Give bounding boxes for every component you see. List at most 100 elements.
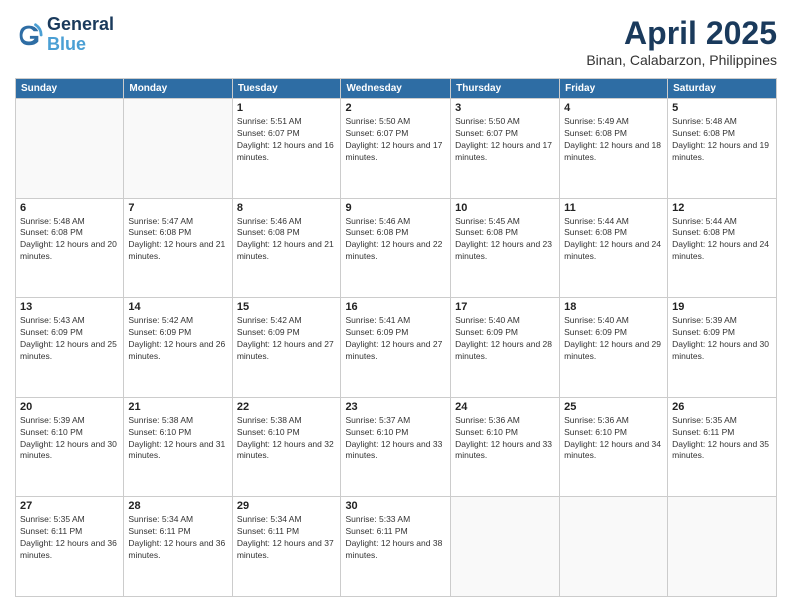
day-info: Sunrise: 5:36 AM Sunset: 6:10 PM Dayligh… [564,415,663,463]
day-info: Sunrise: 5:51 AM Sunset: 6:07 PM Dayligh… [237,116,337,164]
col-thursday: Thursday [451,79,560,99]
table-row: 14 Sunrise: 5:42 AM Sunset: 6:09 PM Dayli… [124,298,232,398]
table-row: 21 Sunrise: 5:38 AM Sunset: 6:10 PM Dayli… [124,397,232,497]
day-info: Sunrise: 5:38 AM Sunset: 6:10 PM Dayligh… [128,415,227,463]
day-number: 30 [345,500,446,512]
day-number: 21 [128,401,227,413]
day-info: Sunrise: 5:40 AM Sunset: 6:09 PM Dayligh… [455,315,555,363]
day-info: Sunrise: 5:40 AM Sunset: 6:09 PM Dayligh… [564,315,663,363]
day-number: 20 [20,401,119,413]
calendar-week-row: 13 Sunrise: 5:43 AM Sunset: 6:09 PM Dayli… [16,298,777,398]
table-row: 20 Sunrise: 5:39 AM Sunset: 6:10 PM Dayli… [16,397,124,497]
col-saturday: Saturday [668,79,777,99]
day-info: Sunrise: 5:46 AM Sunset: 6:08 PM Dayligh… [237,216,337,264]
day-number: 9 [345,202,446,214]
logo-text: General Blue [47,15,114,55]
col-tuesday: Tuesday [232,79,341,99]
table-row [124,99,232,199]
day-info: Sunrise: 5:37 AM Sunset: 6:10 PM Dayligh… [345,415,446,463]
day-info: Sunrise: 5:42 AM Sunset: 6:09 PM Dayligh… [237,315,337,363]
day-number: 11 [564,202,663,214]
day-info: Sunrise: 5:34 AM Sunset: 6:11 PM Dayligh… [237,514,337,562]
day-info: Sunrise: 5:34 AM Sunset: 6:11 PM Dayligh… [128,514,227,562]
day-info: Sunrise: 5:36 AM Sunset: 6:10 PM Dayligh… [455,415,555,463]
day-info: Sunrise: 5:39 AM Sunset: 6:10 PM Dayligh… [20,415,119,463]
logo-icon [15,21,43,49]
calendar-week-row: 6 Sunrise: 5:48 AM Sunset: 6:08 PM Daylig… [16,198,777,298]
table-row: 7 Sunrise: 5:47 AM Sunset: 6:08 PM Daylig… [124,198,232,298]
day-number: 1 [237,102,337,114]
table-row: 18 Sunrise: 5:40 AM Sunset: 6:09 PM Dayli… [560,298,668,398]
table-row: 11Sunrise: 5:44 AM Sunset: 6:08 PM Dayli… [560,198,668,298]
day-number: 29 [237,500,337,512]
day-number: 14 [128,301,227,313]
table-row: 29 Sunrise: 5:34 AM Sunset: 6:11 PM Dayli… [232,497,341,597]
day-number: 10 [455,202,555,214]
table-row: 30 Sunrise: 5:33 AM Sunset: 6:11 PM Dayli… [341,497,451,597]
day-number: 4 [564,102,663,114]
day-number: 23 [345,401,446,413]
day-info: Sunrise: 5:38 AM Sunset: 6:10 PM Dayligh… [237,415,337,463]
location-title: Binan, Calabarzon, Philippines [586,52,777,68]
day-info: Sunrise: 5:35 AM Sunset: 6:11 PM Dayligh… [20,514,119,562]
day-info: Sunrise: 5:43 AM Sunset: 6:09 PM Dayligh… [20,315,119,363]
calendar: Sunday Monday Tuesday Wednesday Thursday… [15,78,777,597]
day-number: 18 [564,301,663,313]
table-row: 22 Sunrise: 5:38 AM Sunset: 6:10 PM Dayli… [232,397,341,497]
day-number: 16 [345,301,446,313]
day-info: Sunrise: 5:47 AM Sunset: 6:08 PM Dayligh… [128,216,227,264]
day-info: Sunrise: 5:48 AM Sunset: 6:08 PM Dayligh… [672,116,772,164]
table-row: 6 Sunrise: 5:48 AM Sunset: 6:08 PM Daylig… [16,198,124,298]
day-number: 17 [455,301,555,313]
table-row: 25 Sunrise: 5:36 AM Sunset: 6:10 PM Dayli… [560,397,668,497]
day-number: 27 [20,500,119,512]
day-info: Sunrise: 5:49 AM Sunset: 6:08 PM Dayligh… [564,116,663,164]
table-row: 5 Sunrise: 5:48 AM Sunset: 6:08 PM Daylig… [668,99,777,199]
day-number: 24 [455,401,555,413]
table-row: 24 Sunrise: 5:36 AM Sunset: 6:10 PM Dayli… [451,397,560,497]
table-row: 4 Sunrise: 5:49 AM Sunset: 6:08 PM Daylig… [560,99,668,199]
table-row: 12 Sunrise: 5:44 AM Sunset: 6:08 PM Dayli… [668,198,777,298]
day-number: 12 [672,202,772,214]
table-row: 3Sunrise: 5:50 AM Sunset: 6:07 PM Daylig… [451,99,560,199]
table-row: 8Sunrise: 5:46 AM Sunset: 6:08 PM Daylig… [232,198,341,298]
day-info: Sunrise: 5:48 AM Sunset: 6:08 PM Dayligh… [20,216,119,264]
logo-line2: Blue [47,34,86,54]
table-row: 15 Sunrise: 5:42 AM Sunset: 6:09 PM Dayli… [232,298,341,398]
day-info: Sunrise: 5:33 AM Sunset: 6:11 PM Dayligh… [345,514,446,562]
table-row [16,99,124,199]
day-number: 13 [20,301,119,313]
day-number: 15 [237,301,337,313]
day-number: 22 [237,401,337,413]
day-info: Sunrise: 5:44 AM Sunset: 6:08 PM Dayligh… [672,216,772,264]
day-number: 25 [564,401,663,413]
col-wednesday: Wednesday [341,79,451,99]
table-row [668,497,777,597]
day-info: Sunrise: 5:50 AM Sunset: 6:07 PM Dayligh… [455,116,555,164]
day-number: 5 [672,102,772,114]
table-row: 27 Sunrise: 5:35 AM Sunset: 6:11 PM Dayli… [16,497,124,597]
col-friday: Friday [560,79,668,99]
table-row [560,497,668,597]
col-monday: Monday [124,79,232,99]
table-row: 26 Sunrise: 5:35 AM Sunset: 6:11 PM Dayli… [668,397,777,497]
logo-line1: General [47,15,114,35]
table-row: 1 Sunrise: 5:51 AM Sunset: 6:07 PM Daylig… [232,99,341,199]
table-row: 17 Sunrise: 5:40 AM Sunset: 6:09 PM Dayli… [451,298,560,398]
table-row: 13 Sunrise: 5:43 AM Sunset: 6:09 PM Dayli… [16,298,124,398]
day-info: Sunrise: 5:35 AM Sunset: 6:11 PM Dayligh… [672,415,772,463]
day-number: 26 [672,401,772,413]
day-number: 19 [672,301,772,313]
table-row: 9Sunrise: 5:46 AM Sunset: 6:08 PM Daylig… [341,198,451,298]
header: General Blue April 2025 Binan, Calabarzo… [15,15,777,68]
day-number: 6 [20,202,119,214]
calendar-week-row: 20 Sunrise: 5:39 AM Sunset: 6:10 PM Dayli… [16,397,777,497]
day-info: Sunrise: 5:41 AM Sunset: 6:09 PM Dayligh… [345,315,446,363]
calendar-header-row: Sunday Monday Tuesday Wednesday Thursday… [16,79,777,99]
month-title: April 2025 [586,15,777,52]
calendar-week-row: 27 Sunrise: 5:35 AM Sunset: 6:11 PM Dayli… [16,497,777,597]
day-info: Sunrise: 5:50 AM Sunset: 6:07 PM Dayligh… [345,116,446,164]
day-number: 7 [128,202,227,214]
day-info: Sunrise: 5:42 AM Sunset: 6:09 PM Dayligh… [128,315,227,363]
logo: General Blue [15,15,114,55]
